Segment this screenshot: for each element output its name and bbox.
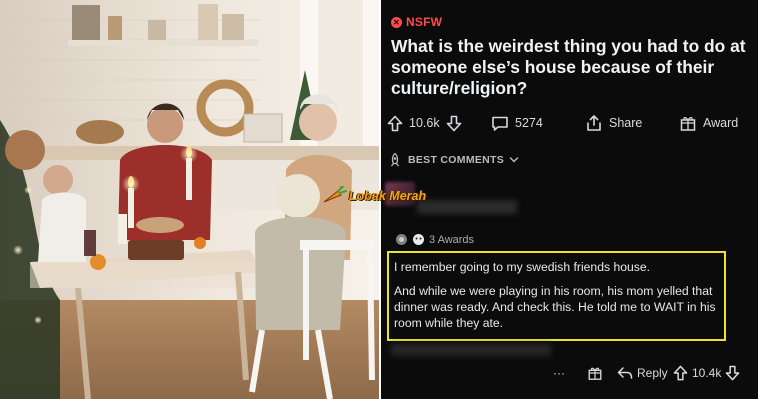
reddit-post-panel: ✕ NSFW What is the weirdest thing you ha… [381,0,758,399]
more-options-button[interactable]: ··· [553,364,565,382]
comment-awards: 3 Awards [395,233,474,246]
downvote-icon[interactable] [446,115,462,132]
rocket-icon [390,152,400,167]
reply-icon [617,367,633,379]
post-action-bar: 10.6k 5274 Share Award [381,110,758,136]
upvote-icon[interactable] [673,365,688,381]
comments-count: 5274 [515,116,543,130]
nsfw-tag: ✕ NSFW [391,15,442,29]
award-button[interactable]: Award [679,110,738,136]
award-badge-icon [395,233,408,246]
commenter-name-redacted [417,200,517,214]
reply-button[interactable]: Reply [617,364,668,382]
share-label: Share [609,116,643,130]
nsfw-icon: ✕ [391,16,402,28]
award-label: Award [703,116,739,130]
redacted-text-bar [391,344,551,356]
award-badge-icon [412,233,425,246]
comment-vote-count: 10.4k [692,366,722,380]
comment-paragraph: I remember going to my swedish friends h… [394,260,651,274]
reply-label: Reply [637,366,668,380]
chevron-down-icon [509,157,519,163]
award-icon [588,367,602,380]
comment-body-highlight: I remember going to my swedish friends h… [387,251,726,341]
award-icon [680,117,696,131]
lobak-merah-watermark: Lobak Merah [321,186,426,206]
nsfw-label: NSFW [406,15,443,29]
upvote-icon[interactable] [387,115,403,132]
post-vote-count: 10.6k [409,116,440,130]
more-icon: ··· [553,366,565,380]
comment-sort-label: BEST COMMENTS [408,154,505,166]
comment-icon [492,116,508,131]
watermark-text: Lobak Merah [349,189,427,203]
awards-count-label: 3 Awards [429,233,475,246]
vote-group: 10.6k [387,110,462,136]
comment-award-button[interactable] [587,364,603,382]
comments-button[interactable]: 5274 [491,110,543,136]
share-icon [587,115,601,131]
comment-sort-dropdown[interactable]: BEST COMMENTS [387,152,519,168]
downvote-icon[interactable] [725,365,740,381]
comment-paragraph: And while we were playing in his room, h… [394,284,716,330]
comment-vote-group: 10.4k [673,364,740,382]
carrot-logo-icon [323,186,347,203]
share-button[interactable]: Share [585,110,642,136]
post-title[interactable]: What is the weirdest thing you had to do… [391,36,751,99]
